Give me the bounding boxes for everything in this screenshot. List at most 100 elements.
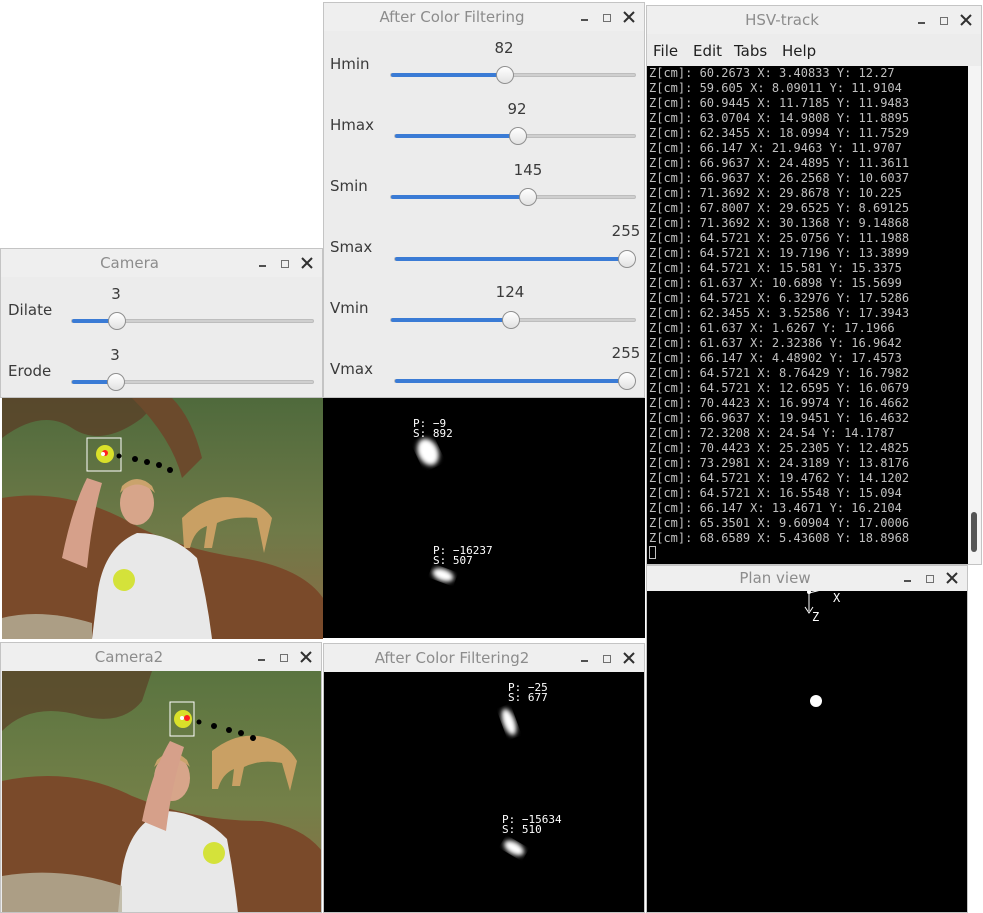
- menu-tabs[interactable]: Tabs: [734, 42, 767, 60]
- menu-edit[interactable]: Edit: [693, 42, 722, 60]
- minimize-icon[interactable]: [576, 9, 594, 25]
- blob-size-label: S: 510: [502, 823, 542, 836]
- close-icon[interactable]: [620, 650, 638, 666]
- window-title: Plan view: [739, 569, 811, 587]
- slider-handle[interactable]: [519, 188, 537, 206]
- terminal-lines: Z[cm]: 60.2673 X: 3.40833 Y: 12.27 Z[cm]:…: [647, 66, 968, 546]
- window-title: After Color Filtering2: [374, 649, 530, 667]
- slider-handle[interactable]: [496, 66, 514, 84]
- slider-handle[interactable]: [618, 250, 636, 268]
- blob-size-label: S: 507: [433, 554, 473, 567]
- slider-value: 145: [513, 161, 543, 179]
- maximize-icon[interactable]: [598, 9, 616, 25]
- window-title: Camera: [100, 254, 159, 272]
- plan-view-window: Plan view X Z: [646, 565, 968, 913]
- slider-label: Smax: [330, 238, 373, 256]
- title-bar[interactable]: After Color Filtering2: [324, 644, 644, 672]
- terminal-line: Z[cm]: 70.4423 X: 25.2305 Y: 12.4825: [649, 441, 910, 455]
- slider-value: 92: [507, 100, 527, 118]
- terminal-line: Z[cm]: 64.5721 X: 16.5548 Y: 15.094: [649, 486, 902, 500]
- slider-handle[interactable]: [618, 372, 636, 390]
- terminal-line: Z[cm]: 68.6589 X: 5.43608 Y: 18.8968: [649, 531, 910, 545]
- terminal-line: Z[cm]: 64.5721 X: 8.76429 Y: 16.7982: [649, 366, 910, 380]
- maximize-icon[interactable]: [935, 12, 953, 28]
- plan-view-canvas: X Z: [647, 591, 967, 912]
- title-bar[interactable]: Camera: [1, 249, 322, 277]
- camera-window: Camera Dilate 3 Erode 3: [0, 248, 323, 398]
- maximize-icon[interactable]: [276, 255, 294, 271]
- close-icon[interactable]: [943, 570, 961, 586]
- slider-value: 82: [494, 39, 514, 57]
- slider-dilate: Dilate 3: [1, 279, 322, 340]
- slider-value: 3: [111, 285, 121, 303]
- after-color-filtering2-window: After Color Filtering2 P: −25 S: 677 P: …: [323, 643, 645, 913]
- minimize-icon[interactable]: [576, 650, 594, 666]
- slider-label: Erode: [8, 362, 52, 380]
- maximize-icon[interactable]: [598, 650, 616, 666]
- title-bar[interactable]: HSV-track: [647, 6, 981, 34]
- terminal-line: Z[cm]: 61.637 X: 10.6898 Y: 15.5699: [649, 276, 902, 290]
- slider-label: Vmin: [330, 299, 369, 317]
- title-bar[interactable]: Plan view: [647, 566, 967, 591]
- title-bar[interactable]: Camera2: [1, 643, 321, 671]
- terminal-line: Z[cm]: 66.9637 X: 19.9451 Y: 16.4632: [649, 411, 910, 425]
- slider-handle[interactable]: [509, 127, 527, 145]
- terminal-line: Z[cm]: 66.147 X: 21.9463 Y: 11.9707: [649, 141, 902, 155]
- slider-track[interactable]: [390, 188, 636, 206]
- terminal-line: Z[cm]: 63.0704 X: 14.9808 Y: 11.8895: [649, 111, 910, 125]
- window-title: Camera2: [94, 648, 164, 666]
- terminal-line: Z[cm]: 61.637 X: 1.6267 Y: 17.1966: [649, 321, 895, 335]
- window-title: HSV-track: [745, 11, 819, 29]
- after-color-filtering-window: After Color Filtering Hmin 82 Hmax 92 Sm…: [323, 2, 645, 398]
- terminal-line: Z[cm]: 65.3501 X: 9.60904 Y: 17.0006: [649, 516, 910, 530]
- close-icon[interactable]: [620, 9, 638, 25]
- terminal-line: Z[cm]: 66.9637 X: 26.2568 Y: 10.6037: [649, 171, 910, 185]
- filtered-mask2-view: P: −25 S: 677 P: −15634 S: 510: [324, 672, 644, 912]
- slider-handle[interactable]: [502, 311, 520, 329]
- slider-hmin: Hmin 82: [324, 33, 644, 94]
- menu-file[interactable]: File: [653, 42, 678, 60]
- slider-fill: [391, 195, 528, 199]
- terminal-line: Z[cm]: 64.5721 X: 19.4762 Y: 14.1202: [649, 471, 910, 485]
- minimize-icon[interactable]: [913, 12, 931, 28]
- minimize-icon[interactable]: [899, 570, 917, 586]
- slider-fill: [395, 379, 627, 383]
- menu-help[interactable]: Help: [782, 42, 816, 60]
- slider-value: 124: [495, 283, 525, 301]
- terminal-line: Z[cm]: 66.147 X: 13.4671 Y: 16.2104: [649, 501, 902, 515]
- slider-handle[interactable]: [108, 312, 126, 330]
- slider-track[interactable]: [394, 250, 636, 268]
- slider-track[interactable]: [390, 66, 636, 84]
- minimize-icon[interactable]: [253, 649, 271, 665]
- slider-smax: Smax 255: [324, 216, 644, 277]
- title-bar[interactable]: After Color Filtering: [324, 3, 644, 31]
- slider-track[interactable]: [390, 311, 636, 329]
- slider-track[interactable]: [394, 372, 636, 390]
- terminal-scrollbar[interactable]: [968, 66, 981, 564]
- slider-value: 255: [611, 344, 641, 362]
- maximize-icon[interactable]: [921, 570, 939, 586]
- slider-label: Hmin: [330, 55, 370, 73]
- slider-track[interactable]: [394, 127, 636, 145]
- slider-smin: Smin 145: [324, 155, 644, 216]
- slider-handle[interactable]: [107, 373, 125, 391]
- terminal-line: Z[cm]: 61.637 X: 2.32386 Y: 16.9642: [649, 336, 902, 350]
- slider-fill: [391, 318, 511, 322]
- close-icon[interactable]: [297, 649, 315, 665]
- maximize-icon[interactable]: [275, 649, 293, 665]
- slider-track[interactable]: [71, 373, 314, 391]
- terminal-line: Z[cm]: 73.2981 X: 24.3189 Y: 13.8176: [649, 456, 910, 470]
- slider-hmax: Hmax 92: [324, 94, 644, 155]
- camera-frame-image: [2, 398, 323, 639]
- minimize-icon[interactable]: [254, 255, 272, 271]
- terminal-cursor: [649, 546, 656, 559]
- camera2-feed: [2, 671, 321, 912]
- close-icon[interactable]: [298, 255, 316, 271]
- slider-track[interactable]: [71, 312, 314, 330]
- scrollbar-thumb[interactable]: [971, 512, 977, 552]
- camera-feed: [2, 398, 323, 639]
- slider-label: Hmax: [330, 116, 374, 134]
- slider-label: Smin: [330, 177, 368, 195]
- terminal-output[interactable]: Z[cm]: 60.2673 X: 3.40833 Y: 12.27 Z[cm]:…: [647, 66, 968, 564]
- close-icon[interactable]: [957, 12, 975, 28]
